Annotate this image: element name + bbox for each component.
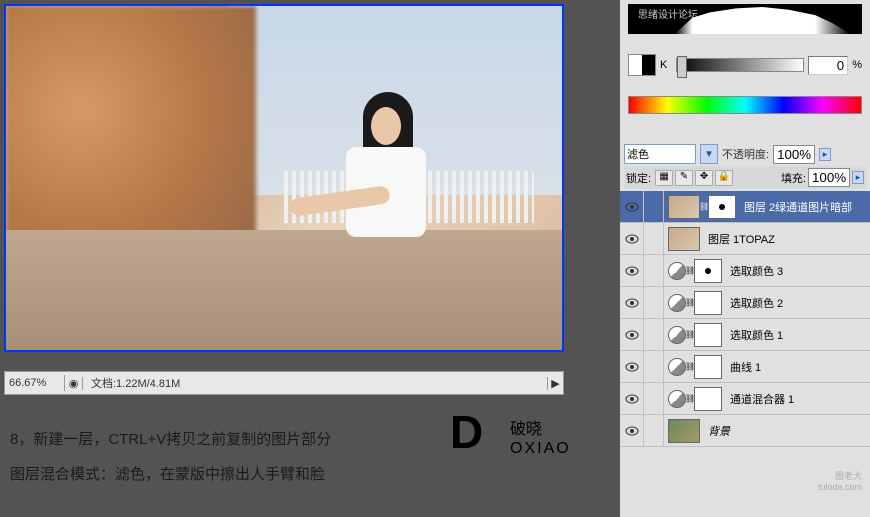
layer-row[interactable]: ⛓ 选取颜色 3 xyxy=(620,255,870,287)
blend-mode-select[interactable]: 滤色 xyxy=(624,144,696,164)
lock-transparency-icon[interactable]: ▦ xyxy=(655,170,673,186)
zoom-icon[interactable]: ◉ xyxy=(65,377,83,390)
visibility-toggle[interactable] xyxy=(620,383,644,414)
layer-row-background[interactable]: 背景 xyxy=(620,415,870,447)
layer-row[interactable]: ⛓ 选取颜色 1 xyxy=(620,319,870,351)
zoom-level[interactable]: 66.67% xyxy=(5,375,65,391)
lock-pixels-icon[interactable]: ✎ xyxy=(675,170,693,186)
layer-row[interactable]: ⛓ 曲线 1 xyxy=(620,351,870,383)
blend-mode-dropdown-icon[interactable]: ▾ xyxy=(700,144,718,164)
watermark: 图老大 tuloda.com xyxy=(782,469,862,497)
layer-lock-row: 锁定: ▦ ✎ ✥ 🔒 填充: ▸ xyxy=(624,166,866,189)
visibility-toggle[interactable] xyxy=(620,287,644,318)
histogram-watermark: 思绪设计论坛 xyxy=(638,6,698,21)
layer-name[interactable]: 选取颜色 2 xyxy=(726,295,870,311)
layer-name[interactable]: 图层 2绿通道图片暗部 xyxy=(740,199,870,215)
layer-name[interactable]: 曲线 1 xyxy=(726,359,870,375)
opacity-dropdown-icon[interactable]: ▸ xyxy=(819,148,831,161)
layer-row-selected[interactable]: ⛓ 图层 2绿通道图片暗部 xyxy=(620,191,870,223)
k-unit: % xyxy=(852,59,862,71)
mask-thumbnail[interactable]: ⛓ xyxy=(694,323,722,347)
scroll-right-arrow[interactable]: ▶ xyxy=(547,377,563,390)
lock-label: 锁定: xyxy=(626,170,651,186)
right-panels: 思绪设计论坛 K % 滤色 ▾ 不透明度: ▸ 锁定: ▦ ✎ ✥ 🔒 填充: … xyxy=(620,0,870,517)
mask-thumbnail[interactable]: ⛓ xyxy=(694,291,722,315)
visibility-toggle[interactable] xyxy=(620,223,644,254)
visibility-toggle[interactable] xyxy=(620,351,644,382)
adjustment-icon xyxy=(668,262,686,280)
mask-thumbnail[interactable]: ⛓ xyxy=(708,195,736,219)
canvas-image xyxy=(6,6,562,350)
layer-row[interactable]: 图层 1TOPAZ xyxy=(620,223,870,255)
k-value-input[interactable] xyxy=(808,56,848,75)
logo-en: OXIAO xyxy=(510,440,571,458)
layer-blend-row: 滤色 ▾ 不透明度: ▸ xyxy=(624,144,866,164)
visibility-toggle[interactable] xyxy=(620,319,644,350)
layer-thumbnail[interactable] xyxy=(668,195,700,219)
document-info: 文档:1.22M/4.81M xyxy=(83,373,547,393)
fill-dropdown-icon[interactable]: ▸ xyxy=(852,171,864,184)
tutorial-line-2: 图层混合模式：滤色，在蒙版中擦出人手臂和脸 xyxy=(10,463,560,484)
layer-row[interactable]: ⛓ 选取颜色 2 xyxy=(620,287,870,319)
layer-name[interactable]: 选取颜色 1 xyxy=(726,327,870,343)
fg-bg-swatch[interactable] xyxy=(628,54,656,76)
fill-input[interactable] xyxy=(808,168,850,187)
histogram-panel[interactable]: 思绪设计论坛 xyxy=(628,4,862,34)
layer-name[interactable]: 图层 1TOPAZ xyxy=(704,231,870,247)
layers-list: ⛓ 图层 2绿通道图片暗部 图层 1TOPAZ ⛓ 选取颜色 3 ⛓ 选取颜色 … xyxy=(620,191,870,447)
layer-name[interactable]: 背景 xyxy=(704,423,870,439)
visibility-toggle[interactable] xyxy=(620,191,644,222)
mask-thumbnail[interactable]: ⛓ xyxy=(694,387,722,411)
adjustment-icon xyxy=(668,358,686,376)
layer-name[interactable]: 通道混合器 1 xyxy=(726,391,870,407)
fill-label: 填充: xyxy=(781,170,806,186)
layer-name[interactable]: 选取颜色 3 xyxy=(726,263,870,279)
logo-cn: 破晓 xyxy=(510,415,542,439)
adjustment-icon xyxy=(668,294,686,312)
color-k-row: K % xyxy=(628,54,862,76)
visibility-toggle[interactable] xyxy=(620,415,644,446)
mask-thumbnail[interactable]: ⛓ xyxy=(694,259,722,283)
canvas-status-bar: 66.67% ◉ 文档:1.22M/4.81M ▶ xyxy=(4,371,564,395)
k-slider[interactable] xyxy=(676,58,804,72)
layer-thumbnail[interactable] xyxy=(668,227,700,251)
lock-all-icon[interactable]: 🔒 xyxy=(715,170,733,186)
layer-thumbnail[interactable] xyxy=(668,419,700,443)
visibility-toggle[interactable] xyxy=(620,255,644,286)
layer-row[interactable]: ⛓ 通道混合器 1 xyxy=(620,383,870,415)
adjustment-icon xyxy=(668,326,686,344)
color-spectrum[interactable] xyxy=(628,96,862,114)
k-label: K xyxy=(660,59,672,71)
adjustment-icon xyxy=(668,390,686,408)
opacity-label: 不透明度: xyxy=(722,146,769,162)
lock-position-icon[interactable]: ✥ xyxy=(695,170,713,186)
opacity-input[interactable] xyxy=(773,145,815,164)
mask-thumbnail[interactable]: ⛓ xyxy=(694,355,722,379)
document-canvas[interactable] xyxy=(4,4,564,352)
logo-mark: D xyxy=(450,405,483,459)
